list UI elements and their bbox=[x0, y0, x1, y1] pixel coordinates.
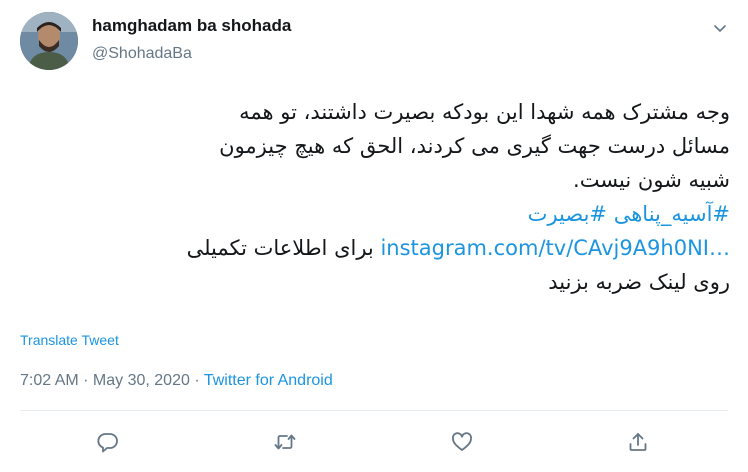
tweet-text-line: وجه مشترک همه شهدا این بودکه بصیرت داشتن… bbox=[239, 100, 730, 124]
reply-icon bbox=[97, 433, 118, 453]
meta-separator: · bbox=[78, 372, 93, 389]
tweet-meta: 7:02 AM · May 30, 2020 · Twitter for And… bbox=[20, 372, 333, 390]
retweet-button[interactable] bbox=[267, 424, 303, 460]
tweet-source[interactable]: Twitter for Android bbox=[204, 372, 333, 389]
like-icon bbox=[452, 432, 472, 451]
author-display-name[interactable]: hamghadam ba shohada bbox=[92, 16, 291, 36]
tweet-text-line: روی لینک ضربه بزنید bbox=[548, 270, 730, 294]
tweet-card: hamghadam ba shohada @ShohadaBa وجه مشتر… bbox=[0, 0, 748, 472]
share-icon bbox=[629, 433, 647, 451]
tweet-text: وجه مشترک همه شهدا این بودکه بصیرت داشتن… bbox=[20, 95, 730, 299]
tweet-date[interactable]: May 30, 2020 bbox=[93, 372, 190, 389]
reply-button[interactable] bbox=[90, 424, 126, 460]
avatar[interactable] bbox=[20, 12, 78, 70]
more-options-button[interactable] bbox=[706, 14, 734, 42]
share-button[interactable] bbox=[620, 424, 656, 460]
meta-separator: · bbox=[189, 372, 204, 389]
translate-tweet-link[interactable]: Translate Tweet bbox=[20, 332, 119, 348]
link-suffix-text: برای اطلاعات تکمیلی bbox=[186, 236, 381, 260]
hashtag-link[interactable]: #آسیه_پناهی bbox=[614, 202, 730, 226]
tweet-time[interactable]: 7:02 AM bbox=[20, 372, 79, 389]
instagram-link[interactable]: instagram.com/tv/CAvj9A9h0NI… bbox=[380, 236, 730, 260]
divider bbox=[20, 410, 728, 411]
link-line: instagram.com/tv/CAvj9A9h0NI… برای اطلاع… bbox=[20, 231, 730, 265]
like-button[interactable] bbox=[444, 424, 480, 460]
hashtag-line: #آسیه_پناهی #بصیرت bbox=[20, 197, 730, 231]
tweet-text-line: شبیه شون نیست. bbox=[573, 168, 730, 192]
avatar-image bbox=[20, 12, 78, 70]
hashtag-link[interactable]: #بصیرت bbox=[528, 202, 607, 226]
retweet-icon bbox=[274, 434, 296, 450]
chevron-down-icon bbox=[714, 25, 726, 32]
author-handle[interactable]: @ShohadaBa bbox=[92, 45, 192, 63]
action-bar bbox=[0, 424, 748, 460]
tweet-text-line: مسائل درست جهت گیری می کردند، الحق که هی… bbox=[219, 134, 730, 158]
